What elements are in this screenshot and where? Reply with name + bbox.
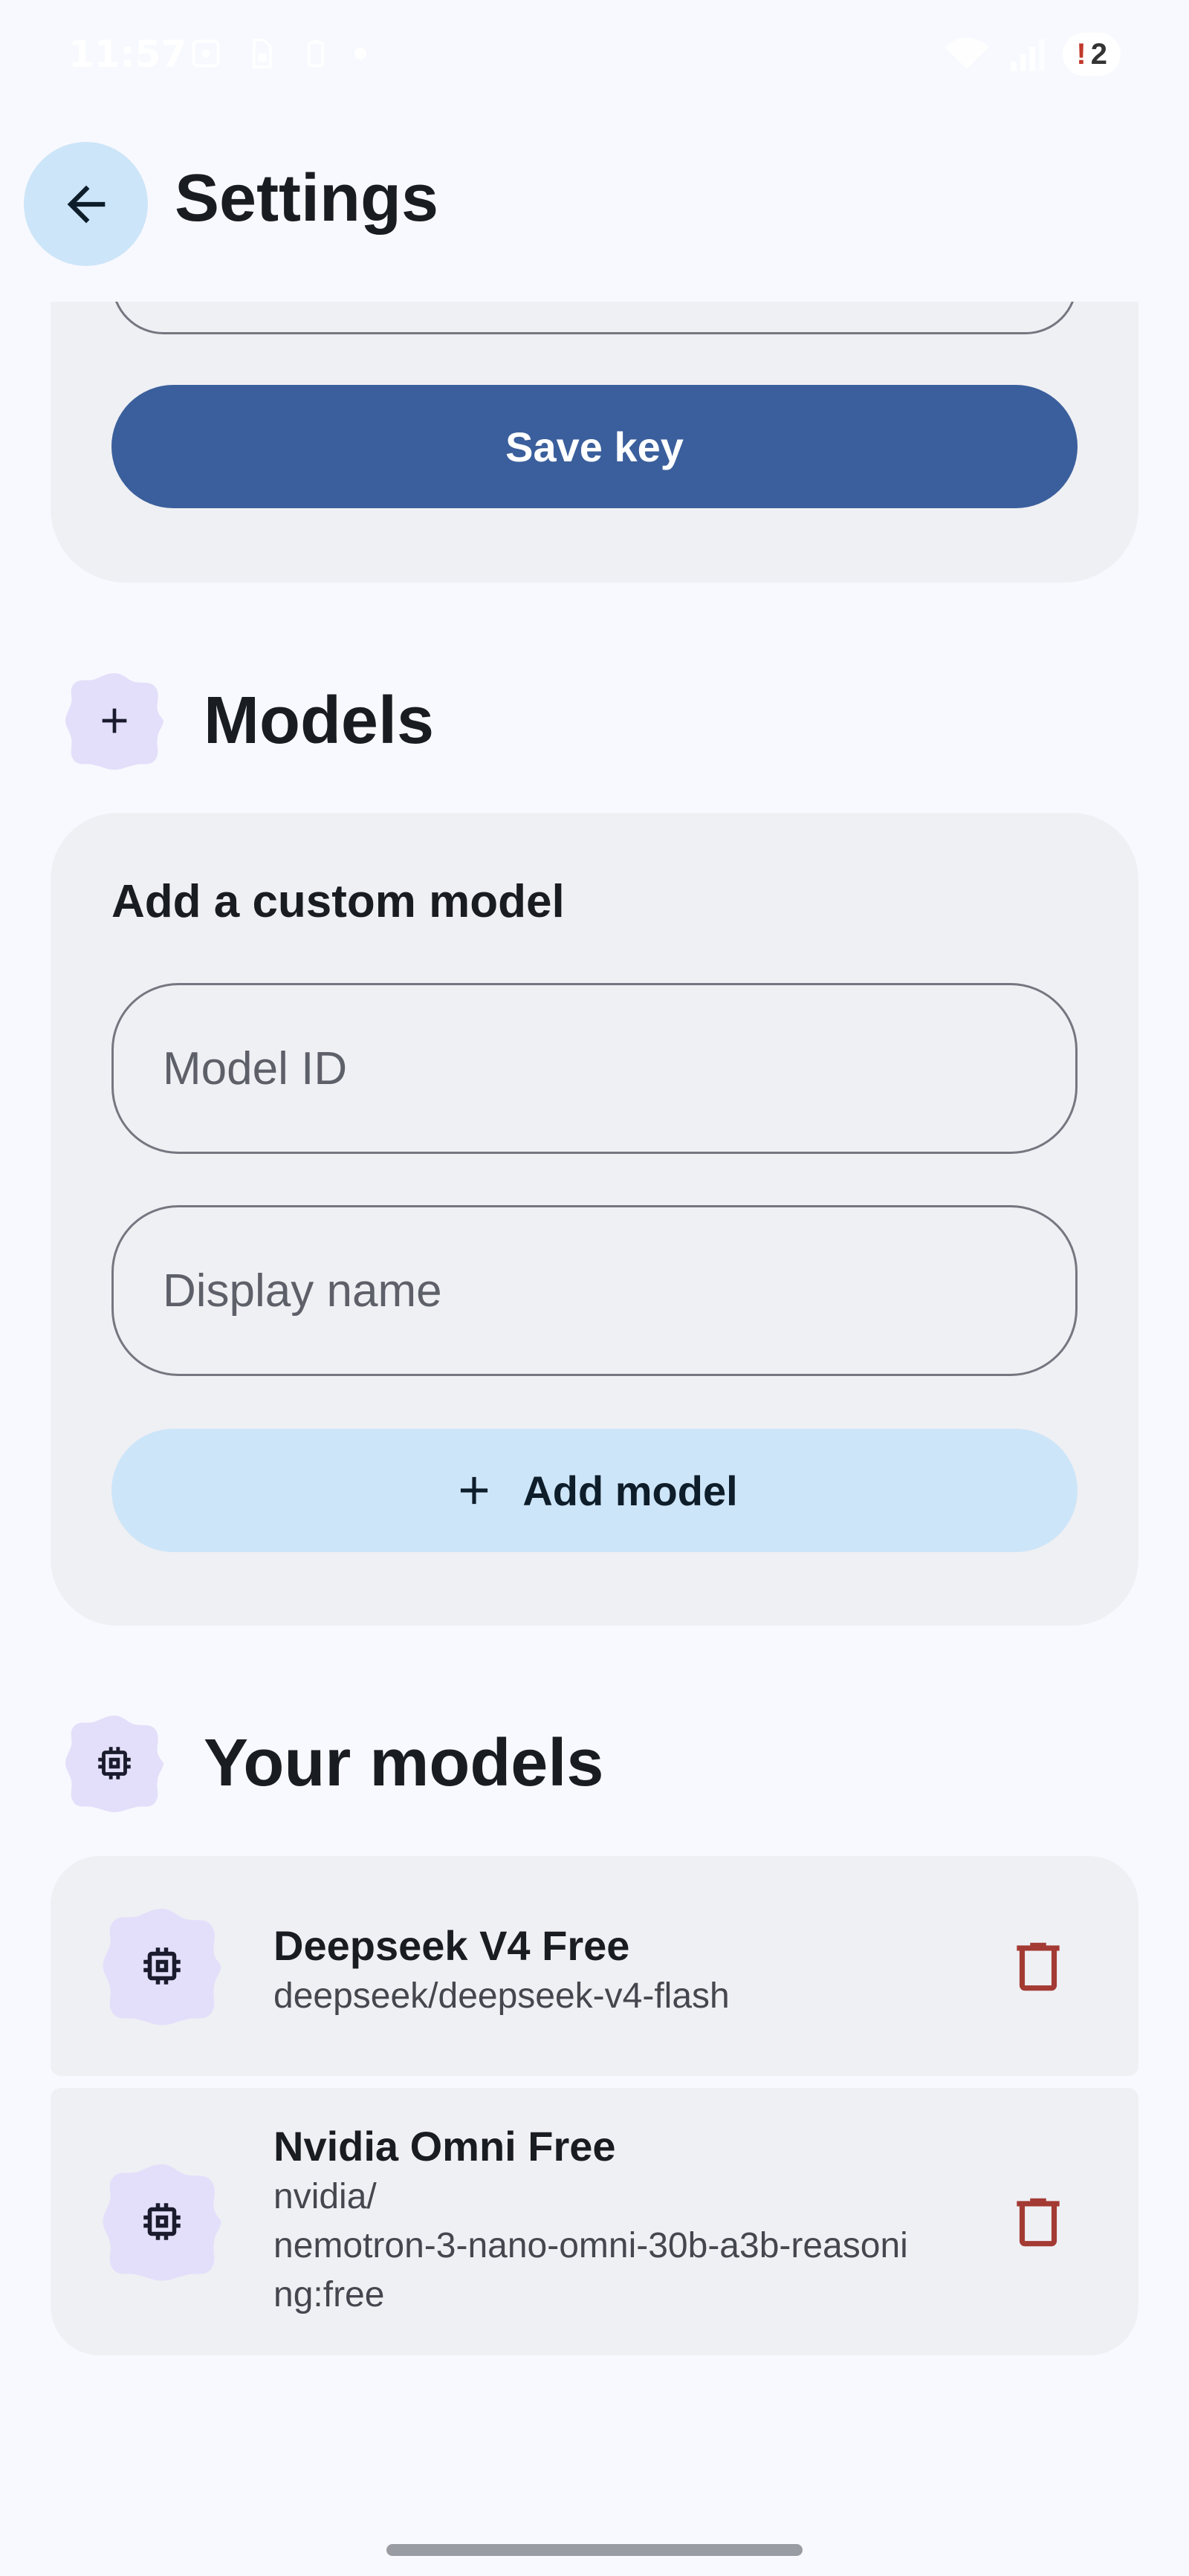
home-indicator[interactable] <box>386 2544 803 2556</box>
model-name: Deepseek V4 Free <box>273 1922 630 1969</box>
models-section-heading: Models <box>64 670 434 771</box>
model-text: Nvidia Omni Free nvidia/ nemotron-3-nano… <box>273 2121 1017 2320</box>
models-badge <box>64 670 165 771</box>
status-icons-right: ! 2 <box>941 33 1121 76</box>
models-title: Models <box>204 683 435 758</box>
screenshot-icon <box>192 39 220 68</box>
add-model-button[interactable]: Add model <box>111 1429 1078 1552</box>
add-model-heading: Add a custom model <box>111 876 565 927</box>
model-avatar <box>101 1905 223 2027</box>
save-key-button[interactable]: Save key <box>111 385 1078 508</box>
add-model-label: Add model <box>522 1467 738 1514</box>
status-time: 11:57 <box>68 33 187 76</box>
model-text: Deepseek V4 Free deepseek/deepseek-v4-fl… <box>273 1920 1017 2021</box>
top-app-bar: Settings <box>0 111 1189 302</box>
battery-saver-icon <box>308 39 324 68</box>
model-name: Nvidia Omni Free <box>273 2123 616 2170</box>
trash-icon <box>1017 2198 1060 2247</box>
alert-mark: ! <box>1076 37 1086 71</box>
model-avatar <box>101 2161 223 2283</box>
chip-icon <box>143 2203 181 2240</box>
your-models-title: Your models <box>204 1725 604 1800</box>
notification-badge: ! 2 <box>1063 33 1121 76</box>
status-bar: 11:57 ! 2 <box>0 0 1189 111</box>
badge-count: 2 <box>1090 37 1107 71</box>
model-list-item[interactable]: Nvidia Omni Free nvidia/ nemotron-3-nano… <box>51 2088 1138 2355</box>
back-button[interactable] <box>24 142 148 266</box>
delete-model-button[interactable] <box>997 1926 1079 2008</box>
your-models-badge <box>64 1713 165 1814</box>
plus-icon <box>461 1476 488 1505</box>
model-list-item[interactable]: Deepseek V4 Free deepseek/deepseek-v4-fl… <box>51 1856 1138 2076</box>
your-models-heading: Your models <box>64 1713 603 1814</box>
model-id: nvidia/ nemotron-3-nano-omni-30b-a3b-rea… <box>273 2177 908 2314</box>
wifi-icon <box>945 37 990 69</box>
settings-screen: 11:57 ! 2 Save key Settings Models Add a… <box>0 0 1189 2576</box>
chip-icon <box>143 1947 181 1985</box>
model-id-input[interactable] <box>111 983 1078 1154</box>
display-name-input[interactable] <box>111 1205 1078 1376</box>
sim-icon <box>253 38 272 69</box>
delete-model-button[interactable] <box>997 2181 1079 2263</box>
plus-icon <box>102 708 127 733</box>
trash-icon <box>1017 1942 1060 1991</box>
signal-icon <box>1011 39 1045 71</box>
status-icons-left <box>189 37 366 70</box>
page-title: Settings <box>175 161 439 236</box>
dot-icon <box>354 48 366 59</box>
arrow-back-icon <box>67 185 105 223</box>
model-id: deepseek/deepseek-v4-flash <box>273 1976 730 2016</box>
chip-icon <box>98 1747 131 1779</box>
